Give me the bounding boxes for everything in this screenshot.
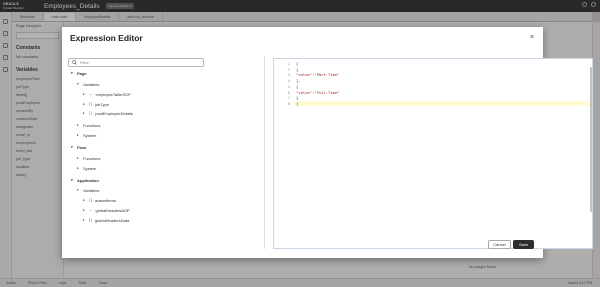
tree-node[interactable]: ▾ Page [71,70,87,76]
code-line[interactable]: { [296,67,298,72]
tree-node-label: Functions [83,155,101,161]
code-line[interactable]: ] [296,101,298,106]
tree-node-label: postEmployeeDetails [95,110,133,116]
tree-node-label: jobType [94,101,109,107]
tree-node-label: globalHeadersData [94,217,130,223]
line-number-gutter: 12345678 [274,59,294,248]
save-button[interactable]: Save [513,240,534,249]
tree-node[interactable]: ▸ Functions [77,155,100,161]
code-line[interactable]: { [296,84,298,89]
tree-node-label: Variables [83,81,100,87]
variables-tree-pane: ▾Page ▾Variables ▸↔employeeTableSDP ▸[ ]job… [68,56,265,249]
cancel-button[interactable]: Cancel [488,240,511,249]
line-number: 8 [287,100,290,106]
search-icon [72,60,77,65]
tree-node-label: Application [77,177,99,183]
line-number: 1 [287,61,290,66]
tree-node[interactable]: ▾ Flow [71,144,86,150]
tree-node[interactable]: ▾ Variables [77,187,99,193]
code-editor[interactable]: 12345678 [{"value":"Part-Time"},{"value"… [273,58,593,249]
tree-node-label: System [83,132,97,138]
code-line[interactable]: "value":"Part-Time" [296,72,339,77]
line-number: 5 [287,83,290,89]
close-icon[interactable]: × [530,34,534,41]
line-number: 4 [287,78,290,84]
filter-input[interactable] [80,60,200,65]
tree-node-label: avatarItems [94,197,116,203]
tree-node-label: Flow [77,144,87,150]
tree-node[interactable]: ▸ System [77,165,96,171]
array-type-icon: [ ] [89,198,92,202]
tree-node[interactable]: ▸[ ] jobType [83,101,109,107]
tree-node[interactable]: ▸[ ] avatarItems [83,197,116,203]
editor-scrollbar[interactable] [590,67,592,212]
line-number: 2 [287,66,290,72]
tree-node-label: System [83,165,97,171]
tree-node[interactable]: ▸ System [77,132,96,138]
line-number: 3 [287,72,290,78]
array-type-icon: [ ] [89,218,92,222]
code-line[interactable]: [ [296,61,298,66]
tree-node[interactable]: ▾ Variables [77,81,99,87]
tree-node-label: Variables [83,187,100,193]
array-type-icon: [ ] [89,102,92,106]
expression-editor-dialog: Expression Editor × ▾Page ▾Variables ▸↔emp… [62,27,593,258]
tree-node[interactable]: ▸[ ] globalHeadersData [83,217,129,223]
code-line[interactable]: "value":"Full-Time" [296,90,339,95]
code-line[interactable]: }, [296,78,301,83]
line-number: 7 [287,95,290,101]
tree-node[interactable]: ▾ Application [71,177,99,183]
dialog-title: Expression Editor [70,33,143,43]
tree-node[interactable]: ▸ ↔ globalHeadersADP [83,207,130,213]
code-line[interactable]: } [296,95,298,100]
object-type-icon: { } [89,111,93,115]
adp-type-icon: ↔ [89,208,93,212]
adp-type-icon: ↔ [89,92,93,96]
tree-node-label: Functions [83,122,101,128]
tree-filter[interactable] [68,58,204,67]
tree-node-label: globalHeadersADP [95,207,130,213]
tree-node[interactable]: ▸{ } postEmployeeDetails [83,110,133,116]
tree-node[interactable]: ▸ Functions [77,122,100,128]
line-number: 6 [287,89,290,95]
tree-node-label: employeeTableSDP [95,91,131,97]
tree-node[interactable]: ▸ ↔ employeeTableSDP [83,91,131,97]
current-line-highlight [294,101,592,106]
tree-node-label: Page [77,70,87,76]
